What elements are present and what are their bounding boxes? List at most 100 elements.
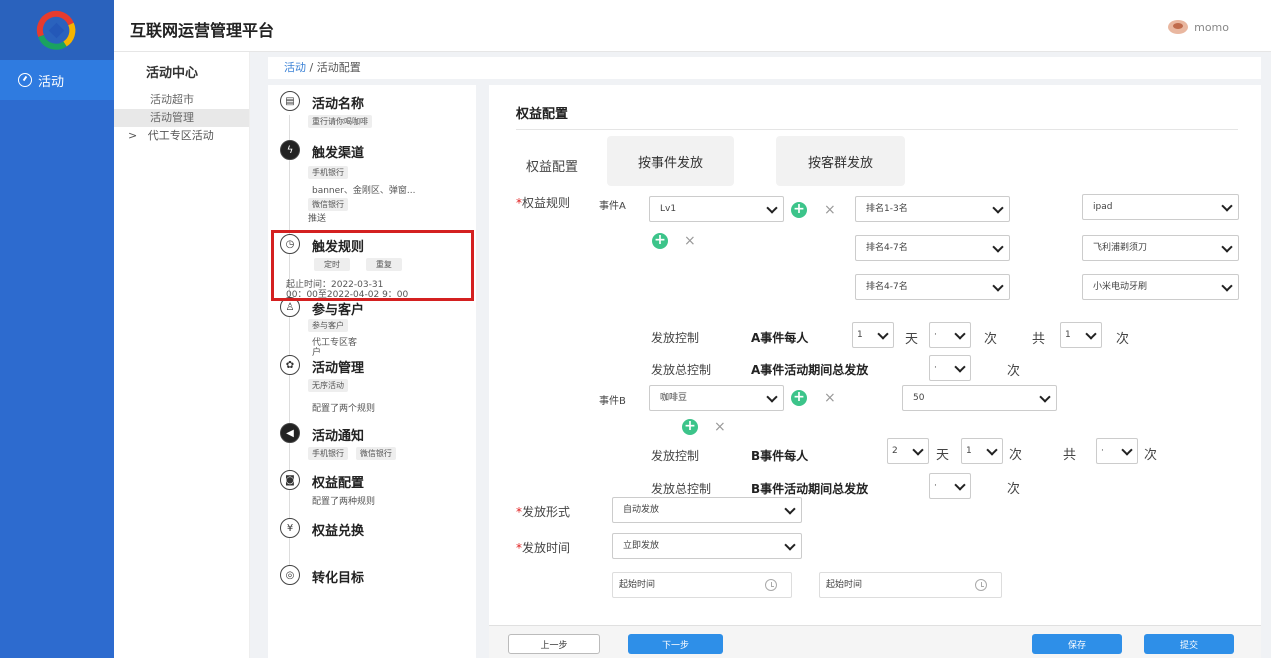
select-value: ipad xyxy=(1093,202,1113,212)
add-icon[interactable]: + xyxy=(791,390,807,406)
app-title: 互联网运营管理平台 xyxy=(130,21,275,40)
prize-select-2[interactable]: 飞利浦剃须刀 xyxy=(1082,235,1239,261)
b-total-select[interactable]: · xyxy=(1096,438,1138,464)
issue-control-a-label: 发放控制 xyxy=(651,331,700,345)
start-time-input-2[interactable]: 起始时间 xyxy=(819,572,1002,598)
add-icon[interactable]: + xyxy=(652,233,668,249)
gauge-icon xyxy=(18,73,32,87)
clock-icon xyxy=(975,579,987,591)
chevron-down-icon xyxy=(1121,444,1133,456)
top-header: 互联网运营管理平台 momo xyxy=(114,0,1271,52)
input-placeholder: 起始时间 xyxy=(619,580,656,590)
target-icon: ◎ xyxy=(280,565,300,585)
a-total-label: A事件活动期间总发放 xyxy=(751,363,869,377)
issue-form-label: *发放形式 xyxy=(516,503,570,520)
issue-time-select[interactable]: 立即发放 xyxy=(612,533,802,559)
step-tag: 微信银行 xyxy=(355,447,396,460)
action-bar: 上一步 下一步 保存 提交 xyxy=(489,625,1261,658)
flower-icon: ✿ xyxy=(280,355,300,375)
rank-select-1[interactable]: 排名1-3名 xyxy=(855,196,1010,222)
megaphone-icon: ◀ xyxy=(280,423,300,443)
a-total-select[interactable]: 1 xyxy=(1060,322,1102,348)
b-each-times-select[interactable]: 1 xyxy=(961,438,1003,464)
highlight-box xyxy=(271,230,474,301)
prize-select-3[interactable]: 小米电动牙刷 xyxy=(1082,274,1239,300)
breadcrumb-current: 活动配置 xyxy=(316,61,361,74)
close-icon[interactable]: × xyxy=(824,390,836,406)
select-value: 小米电动牙刷 xyxy=(1093,282,1148,292)
next-step-button[interactable]: 下一步 xyxy=(628,634,723,654)
times-unit: 次 xyxy=(1009,448,1023,463)
prev-step-button[interactable]: 上一步 xyxy=(508,634,600,654)
select-value: · xyxy=(934,363,937,373)
submit-button[interactable]: 提交 xyxy=(1144,634,1234,654)
a-each-days-select[interactable]: 1 xyxy=(852,322,894,348)
select-value: 1 xyxy=(857,330,863,340)
issue-form-select[interactable]: 自动发放 xyxy=(612,497,802,523)
rank-select-2[interactable]: 排名4-7名 xyxy=(855,235,1010,261)
chevron-down-icon xyxy=(877,328,889,340)
step-tag: 微信银行 xyxy=(308,198,348,211)
steps-panel: ▤ 活动名称 重行请你喝咖啡 ϟ 触发渠道 手机银行 banner、金刚区、弹窗… xyxy=(268,85,476,658)
a-period-total-select[interactable]: · xyxy=(929,355,971,381)
step-title: 转化目标 xyxy=(312,571,365,586)
add-icon[interactable]: + xyxy=(791,202,807,218)
start-time-input-1[interactable]: 起始时间 xyxy=(612,572,792,598)
select-value: 排名4-7名 xyxy=(866,243,908,253)
event-b-qty-select[interactable]: 50 xyxy=(902,385,1057,411)
breadcrumb-link-activity[interactable]: 活动 xyxy=(284,61,306,74)
day-unit: 天 xyxy=(936,448,950,463)
chevron-down-icon xyxy=(1039,391,1051,403)
submenu-item-manage[interactable]: 活动管理 xyxy=(114,109,249,127)
step-detail: banner、金刚区、弹窗... xyxy=(312,186,416,196)
step-detail: 推送 xyxy=(308,214,327,224)
select-value: 排名4-7名 xyxy=(866,282,908,292)
gift-icon: ◙ xyxy=(280,470,300,490)
chevron-down-icon xyxy=(766,391,778,403)
input-placeholder: 起始时间 xyxy=(826,580,863,590)
total-control-b-label: 发放总控制 xyxy=(651,482,712,496)
step-detail: 配置了两种规则 xyxy=(312,497,376,507)
submenu-group-label: 代工专区活动 xyxy=(147,129,214,142)
submenu-group-oem[interactable]: > 代工专区活动 xyxy=(114,127,249,145)
yen-icon: ¥ xyxy=(280,518,300,538)
submenu-item-market[interactable]: 活动超市 xyxy=(114,91,249,109)
times-unit: 次 xyxy=(1007,482,1021,497)
b-period-total-select[interactable]: · xyxy=(929,473,971,499)
section-title: 权益配置 xyxy=(516,107,569,122)
add-icon[interactable]: + xyxy=(682,419,698,435)
close-icon[interactable]: × xyxy=(684,233,696,249)
tab-by-event[interactable]: 按事件发放 xyxy=(607,136,734,186)
chevron-down-icon xyxy=(784,539,796,551)
step-title: 权益配置 xyxy=(312,476,365,491)
lightning-icon: ϟ xyxy=(280,140,300,160)
user-menu[interactable]: momo xyxy=(1168,20,1229,34)
event-b-item-select[interactable]: 咖啡豆 xyxy=(649,385,784,411)
rank-select-3[interactable]: 排名4-7名 xyxy=(855,274,1010,300)
save-button[interactable]: 保存 xyxy=(1032,634,1122,654)
step-tag: 重行请你喝咖啡 xyxy=(308,115,372,128)
rights-config-panel: 权益配置 权益配置 按事件发放 按客群发放 *权益规则 事件A Lv1 + × … xyxy=(489,85,1261,625)
b-each-days-select[interactable]: 2 xyxy=(887,438,929,464)
close-icon[interactable]: × xyxy=(714,419,726,435)
a-each-times-select[interactable]: · xyxy=(929,322,971,348)
logo-icon xyxy=(36,10,76,50)
document-icon: ▤ xyxy=(280,91,300,111)
app-logo xyxy=(0,0,114,60)
nav-item-activity[interactable]: 活动 xyxy=(0,60,114,100)
rule-label: *权益规则 xyxy=(516,194,570,211)
close-icon[interactable]: × xyxy=(824,202,836,218)
submenu-title: 活动中心 xyxy=(146,66,199,81)
avatar xyxy=(1168,20,1189,34)
chevron-down-icon xyxy=(1221,200,1233,212)
event-a-level-select[interactable]: Lv1 xyxy=(649,196,784,222)
tab-by-group[interactable]: 按客群发放 xyxy=(776,136,905,186)
prize-select-1[interactable]: ipad xyxy=(1082,194,1239,220)
b-total-label: B事件活动期间总发放 xyxy=(751,482,869,496)
clock-icon xyxy=(765,579,777,591)
total-control-a-label: 发放总控制 xyxy=(651,363,712,377)
total-label: 共 xyxy=(1063,448,1077,463)
step-tag: 无序活动 xyxy=(308,379,348,392)
event-b-label: 事件B xyxy=(599,396,626,407)
chevron-right-icon: > xyxy=(128,129,138,142)
